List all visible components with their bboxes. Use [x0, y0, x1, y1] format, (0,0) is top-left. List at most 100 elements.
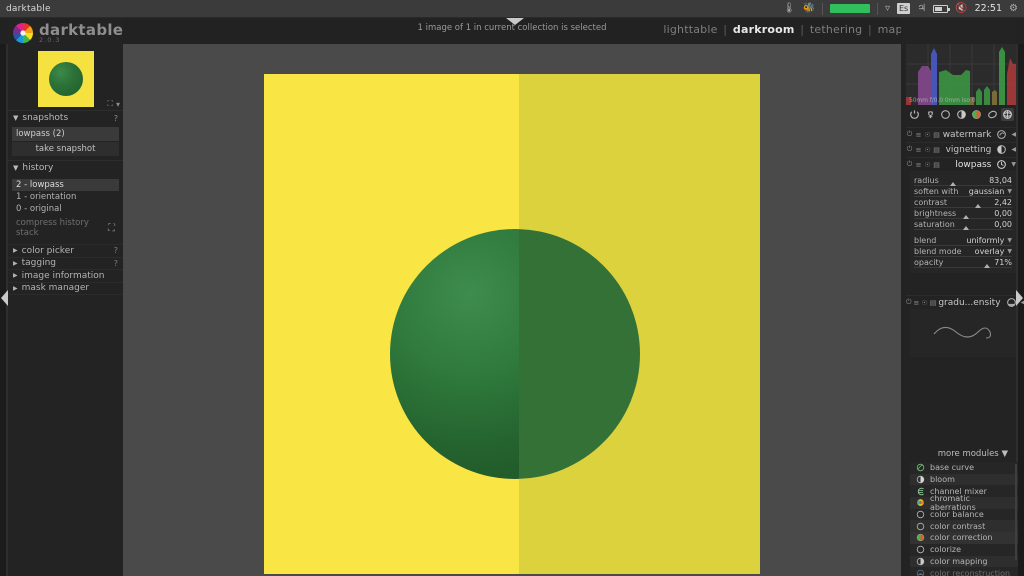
module-header-lowpass[interactable]: ⏻ ≡ ☉ ▤ lowpass ▼	[906, 157, 1016, 171]
slider-knob[interactable]	[983, 264, 990, 268]
module-presets-icon[interactable]: ▤	[933, 161, 940, 169]
module-power-icon[interactable]: ⏻	[906, 130, 913, 139]
chevron-left-icon[interactable]: ◀	[1011, 131, 1016, 138]
module-list-item-color-contrast[interactable]: color contrast	[910, 520, 1018, 533]
volume-muted-icon[interactable]: 🔇	[955, 3, 967, 14]
history-item[interactable]: 1 - orientation	[12, 191, 119, 203]
histogram-exif-overlay: 50mm f/0.0 0mm iso 0	[909, 97, 976, 104]
chevron-down-icon[interactable]: ▼	[1007, 188, 1012, 195]
chevron-down-icon[interactable]: ▼	[1011, 161, 1016, 168]
slider-radius[interactable]: radius 83,04	[914, 175, 1012, 186]
thermometer-icon[interactable]: 🌡	[783, 3, 796, 14]
module-reset-icon[interactable]: ☉	[921, 299, 927, 307]
slider-opacity[interactable]: opacity 71%	[914, 257, 1012, 268]
chevron-right-icon: ▶	[13, 247, 18, 255]
module-reset-icon[interactable]: ☉	[924, 161, 931, 169]
chevron-down-icon[interactable]: ▼	[1007, 248, 1012, 255]
slider-contrast[interactable]: contrast 2,42	[914, 197, 1012, 208]
bug-icon[interactable]: 🐝	[803, 3, 815, 14]
correction-group-icon[interactable]	[986, 108, 999, 121]
compress-history-stack-button[interactable]: compress history stack ⛶	[12, 215, 119, 240]
view-lighttable[interactable]: lighttable	[663, 23, 717, 36]
help-icon[interactable]: ?	[114, 246, 118, 255]
help-icon[interactable]: ?	[114, 114, 118, 123]
combo-blend[interactable]: blend uniformly ▼	[914, 235, 1012, 246]
module-header-watermark[interactable]: ⏻ ≡ ☉ ▤ watermark ◀	[906, 127, 1016, 141]
color-reconstruction-icon	[916, 569, 925, 576]
help-icon[interactable]: ?	[114, 259, 118, 268]
effects-group-icon[interactable]	[1001, 108, 1014, 121]
wifi-icon[interactable]: ▿	[885, 3, 890, 14]
tone-group-icon[interactable]	[955, 108, 968, 121]
chevron-down-icon[interactable]: ▼	[1007, 237, 1012, 244]
module-list-scrollbar[interactable]	[1015, 464, 1017, 560]
histogram-widget[interactable]: 50mm f/0.0 0mm iso 0	[906, 44, 1016, 105]
active-modules-icon[interactable]	[908, 108, 921, 121]
module-list-item-color-mapping[interactable]: color mapping	[910, 555, 1018, 568]
sidebar-item-color-picker[interactable]: ▶ color picker ?	[8, 244, 123, 257]
gear-icon[interactable]: ⚙	[1009, 3, 1018, 14]
module-multi-instance-icon[interactable]: ≡	[914, 299, 920, 307]
view-darkroom[interactable]: darkroom	[733, 23, 795, 36]
module-presets-icon[interactable]: ▤	[930, 299, 937, 307]
sidebar-item-mask-manager[interactable]: ▶ mask manager	[8, 281, 123, 295]
sidebar-item-tagging[interactable]: ▶ tagging ?	[8, 256, 123, 270]
module-multi-instance-icon[interactable]: ≡	[915, 131, 922, 139]
combo-soften-with[interactable]: soften with gaussian ▼	[914, 186, 1012, 197]
audio-meter-icon[interactable]	[829, 4, 870, 13]
chevron-left-icon[interactable]: ◀	[1011, 146, 1016, 153]
more-modules-toggle[interactable]: more modules ▼	[898, 449, 1008, 459]
combo-blend-mode[interactable]: blend mode overlay ▼	[914, 246, 1012, 257]
module-reset-icon[interactable]: ☉	[924, 131, 931, 139]
navigation-thumbnail[interactable]: ⛶ ▾	[8, 48, 123, 110]
darkroom-canvas[interactable]	[123, 44, 901, 576]
snapshots-header[interactable]: ▼ snapshots ?	[8, 111, 123, 125]
module-power-icon[interactable]: ⏻	[906, 160, 913, 169]
module-power-icon[interactable]: ⏻	[906, 145, 913, 154]
basic-group-icon[interactable]	[939, 108, 952, 121]
module-header-vignetting[interactable]: ⏻ ≡ ☉ ▤ vignetting ◀	[906, 142, 1016, 156]
os-clock[interactable]: 22:51	[975, 3, 1002, 14]
slider-brightness[interactable]: brightness 0,00	[914, 208, 1012, 219]
module-multi-instance-icon[interactable]: ≡	[915, 161, 922, 169]
snapshot-item[interactable]: lowpass (2)	[12, 127, 119, 141]
module-reset-icon[interactable]: ☉	[924, 146, 931, 154]
module-list-item-color-reconstruction[interactable]: color reconstruction	[910, 567, 1018, 576]
take-snapshot-button[interactable]: take snapshot	[12, 142, 119, 156]
compress-icon[interactable]: ⛶	[108, 223, 115, 234]
module-list-item-colorize[interactable]: colorize	[910, 544, 1018, 556]
collapse-left-panel-arrow[interactable]	[1, 290, 8, 306]
history-item[interactable]: 2 - lowpass	[12, 179, 119, 191]
module-power-icon[interactable]: ⏻	[906, 298, 912, 307]
battery-icon[interactable]	[933, 4, 951, 13]
chevron-left-icon[interactable]: ◀	[1021, 299, 1024, 306]
module-presets-icon[interactable]: ▤	[933, 146, 940, 154]
view-map[interactable]: map	[878, 23, 903, 36]
history-header[interactable]: ▼ history	[8, 161, 123, 175]
module-list-item-bloom[interactable]: bloom	[910, 473, 1018, 486]
view-tethering[interactable]: tethering	[810, 23, 862, 36]
edited-image[interactable]	[264, 74, 760, 574]
fit-icon[interactable]: ⛶	[107, 99, 113, 109]
module-presets-icon[interactable]: ▤	[933, 131, 940, 139]
module-list-item-color-correction[interactable]: color correction	[910, 532, 1018, 544]
chevron-down-icon[interactable]: ▾	[116, 100, 120, 109]
collapse-top-panel-arrow[interactable]	[506, 18, 524, 25]
history-item[interactable]: 0 - original	[12, 203, 119, 215]
favorites-modules-icon[interactable]	[924, 108, 937, 121]
zoom-fit-controls[interactable]: ⛶ ▾	[107, 99, 120, 109]
slider-knob[interactable]	[963, 226, 969, 230]
keyboard-layout-badge[interactable]: Es	[896, 3, 911, 14]
module-list[interactable]: base curve bloom channel mixer chromatic…	[910, 462, 1018, 576]
module-list-item-base-curve[interactable]: base curve	[910, 462, 1018, 474]
module-list-item-chromatic-aberrations[interactable]: chromatic aberrations	[910, 494, 1018, 512]
sidebar-item-image-information[interactable]: ▶ image information	[8, 269, 123, 282]
chevron-down-icon[interactable]: ▼	[1001, 449, 1008, 459]
watermark-icon	[996, 129, 1007, 140]
slider-saturation[interactable]: saturation 0,00	[914, 219, 1012, 230]
module-header-graduated-density[interactable]: ⏻ ≡ ☉ ▤ gradu...ensity ◀	[906, 295, 1024, 309]
color-group-icon[interactable]	[970, 108, 983, 121]
thumbnail-image[interactable]	[37, 51, 94, 107]
module-multi-instance-icon[interactable]: ≡	[915, 146, 922, 154]
bluetooth-icon[interactable]: ♃	[917, 3, 926, 14]
